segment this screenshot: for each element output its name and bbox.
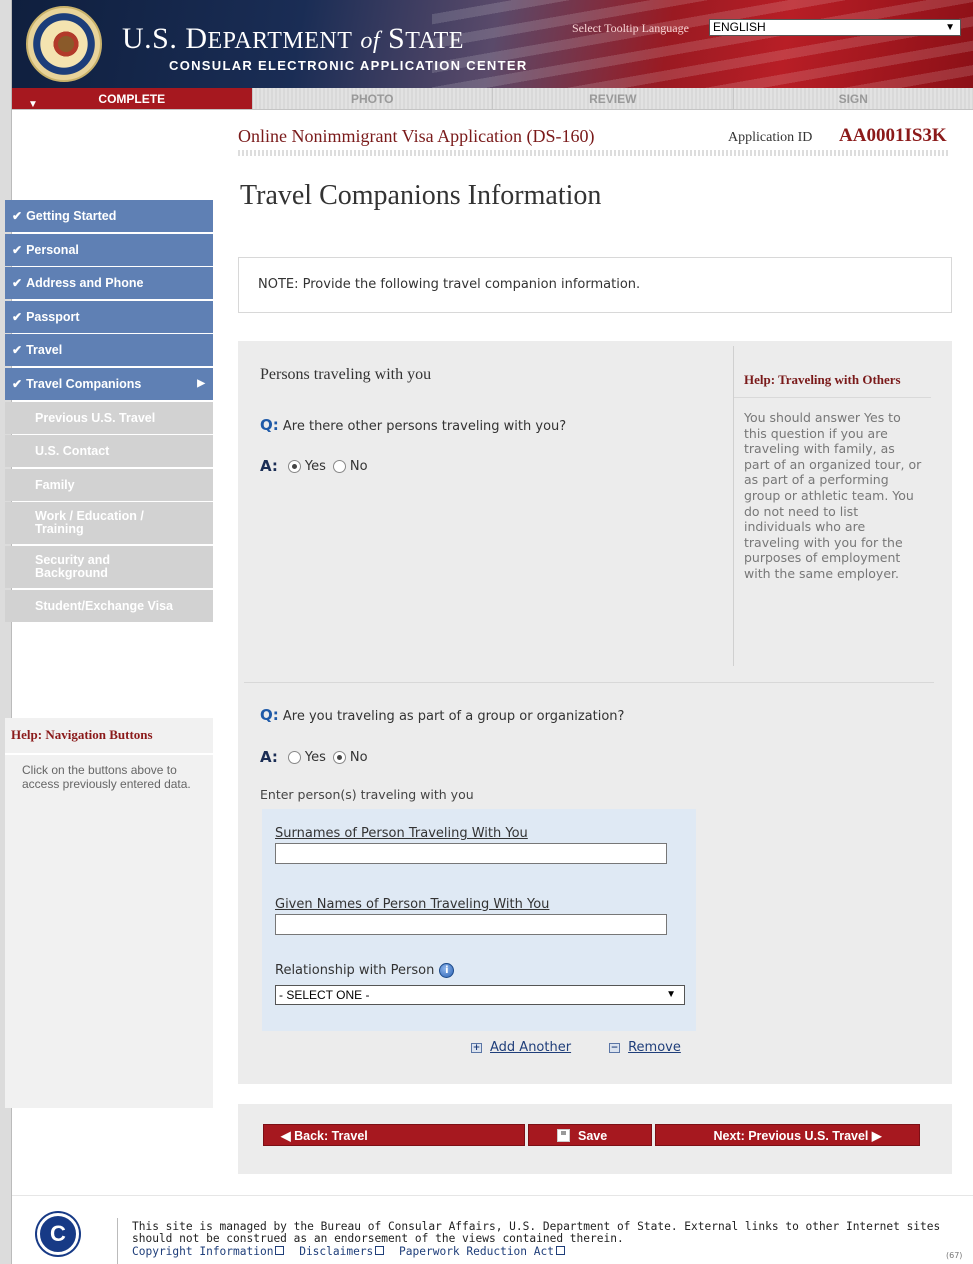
dropdown-arrow-icon: ▼ [666, 989, 676, 1000]
help-traveling-title: Help: Traveling with Others [744, 372, 901, 387]
external-link-icon [555, 1246, 565, 1255]
page-code: (67) [946, 1251, 963, 1260]
sidebar-item-address-and-phone[interactable]: ✔ Address and Phone [5, 267, 213, 300]
save-disk-icon [557, 1129, 570, 1143]
sidebar-item-previous-us-travel[interactable]: Previous U.S. Travel [5, 401, 213, 434]
radio-selected-icon [332, 750, 346, 764]
enter-persons-label: Enter person(s) traveling with you [260, 787, 474, 802]
footer-links: Copyright Information Disclaimers Paperw… [132, 1245, 573, 1258]
travel-companions-panel: Persons traveling with you Q: Are there … [238, 341, 952, 1084]
external-link-icon [275, 1246, 285, 1255]
relationship-select[interactable]: - SELECT ONE - ▼ [275, 985, 685, 1005]
radio-group-travel-no[interactable]: No [332, 750, 368, 765]
companion-entry-box: Surnames of Person Traveling With You Gi… [262, 809, 696, 1031]
flag-stripes [432, 0, 973, 88]
back-button[interactable]: ◀ Back: Travel [263, 1124, 525, 1146]
next-button[interactable]: Next: Previous U.S. Travel ▶ [655, 1124, 920, 1146]
sidebar-item-security-and-background[interactable]: Security and Background [5, 545, 213, 588]
caret-right-icon: ▶ [197, 378, 205, 390]
paperwork-reduction-link[interactable]: Paperwork Reduction Act [399, 1245, 565, 1258]
add-another-link[interactable]: Add Another [490, 1040, 571, 1055]
footer-divider [12, 1195, 973, 1196]
radio-other-persons-no[interactable]: No [332, 459, 368, 474]
site-header: U.S. DEPARTMENT of STATE CONSULAR ELECTR… [12, 0, 973, 88]
application-id-label: Application ID [728, 130, 813, 145]
sidebar-nav: ✔ Getting Started ✔ Personal ✔ Address and … [5, 200, 213, 623]
sidebar-item-student-exchange-visa[interactable]: Student/Exchange Visa [5, 589, 213, 622]
answer-other-persons: A: Yes No [260, 457, 368, 475]
navigation-help-panel: Help: Navigation Buttons Click on the bu… [5, 718, 213, 1108]
add-remove-controls: + Add Another − Remove [471, 1040, 681, 1055]
help-traveling-with-others: Help: Traveling with Others You should a… [733, 346, 931, 666]
checkmark-icon: ✔ [12, 376, 23, 391]
tab-review[interactable]: REVIEW [493, 88, 734, 109]
section-title: Persons traveling with you [260, 366, 432, 383]
sidebar-item-us-contact[interactable]: U.S. Contact [5, 435, 213, 468]
copyright-link[interactable]: Copyright Information [132, 1245, 285, 1258]
footer-separator [117, 1218, 118, 1264]
radio-other-persons-yes[interactable]: Yes [287, 459, 326, 474]
sidebar-item-travel-companions[interactable]: ✔ Travel Companions ▶ [5, 367, 213, 400]
save-button[interactable]: Save [528, 1124, 652, 1146]
sidebar-item-family[interactable]: Family [5, 468, 213, 501]
title-divider [238, 150, 950, 156]
sidebar-item-work-education-training[interactable]: Work / Education / Training [5, 502, 213, 545]
progress-tabs: ▼ COMPLETE PHOTO REVIEW SIGN [12, 88, 973, 110]
checkmark-icon: ✔ [12, 242, 23, 257]
section-divider [244, 682, 934, 683]
external-link-icon [375, 1246, 385, 1255]
surname-input[interactable] [275, 843, 667, 864]
navigation-help-text: Click on the buttons above to access pre… [22, 763, 191, 791]
tab-photo[interactable]: PHOTO [252, 88, 493, 109]
radio-selected-icon [287, 459, 301, 473]
radio-empty-icon [287, 750, 301, 764]
tab-complete[interactable]: ▼ COMPLETE [12, 88, 253, 110]
note-box: NOTE: Provide the following travel compa… [238, 257, 952, 313]
disclaimers-link[interactable]: Disclaimers [299, 1245, 385, 1258]
tooltip-language-select[interactable]: ENGLISH ▼ [709, 19, 961, 36]
state-department-seal-icon [26, 6, 102, 82]
given-names-input[interactable] [275, 914, 667, 935]
question-other-persons: Q: Are there other persons traveling wit… [260, 416, 567, 434]
application-id: AA0001IS3K [839, 125, 947, 146]
department-title: U.S. DEPARTMENT of STATE [122, 22, 464, 55]
checkmark-icon: ✔ [12, 343, 23, 358]
triangle-down-icon: ▼ [28, 99, 38, 110]
radio-empty-icon [332, 459, 346, 473]
sidebar-item-travel[interactable]: ✔ Travel [5, 334, 213, 367]
help-traveling-text: You should answer Yes to this question i… [744, 410, 922, 581]
sidebar-item-passport[interactable]: ✔ Passport [5, 300, 213, 333]
page-title: Travel Companions Information [240, 180, 602, 211]
checkmark-icon: ✔ [12, 276, 23, 291]
sidebar-item-personal[interactable]: ✔ Personal [5, 233, 213, 266]
footer-text: This site is managed by the Bureau of Co… [132, 1220, 941, 1245]
dropdown-arrow-icon: ▼ [945, 22, 955, 33]
radio-group-travel-yes[interactable]: Yes [287, 750, 326, 765]
tab-sign[interactable]: SIGN [733, 88, 973, 109]
question-group-travel: Q: Are you traveling as part of a group … [260, 706, 625, 724]
relationship-label: Relationship with Person i [275, 963, 455, 978]
answer-group-travel: A: Yes No [260, 748, 368, 766]
navigation-button-bar: ◀ Back: Travel Save Next: Previous U.S. … [238, 1104, 952, 1174]
checkmark-icon: ✔ [12, 309, 23, 324]
tooltip-language-label: Select Tooltip Language [572, 21, 689, 35]
surname-label: Surnames of Person Traveling With You [275, 826, 528, 841]
info-icon[interactable]: i [439, 963, 455, 978]
plus-icon: + [471, 1042, 482, 1053]
minus-icon: − [609, 1042, 621, 1053]
checkmark-icon: ✔ [12, 209, 23, 223]
navigation-help-title: Help: Navigation Buttons [11, 727, 153, 742]
remove-link[interactable]: Remove [628, 1040, 681, 1055]
application-title: Online Nonimmigrant Visa Application (DS… [238, 126, 595, 146]
sidebar-item-getting-started[interactable]: ✔ Getting Started [5, 200, 213, 232]
arrow-left-icon: ◀ [281, 1129, 295, 1143]
ceac-subtitle: CONSULAR ELECTRONIC APPLICATION CENTER [169, 58, 528, 73]
arrow-right-icon: ▶ [868, 1129, 882, 1143]
consular-affairs-logo-icon: C [37, 1213, 79, 1255]
given-names-label: Given Names of Person Traveling With You [275, 897, 550, 912]
